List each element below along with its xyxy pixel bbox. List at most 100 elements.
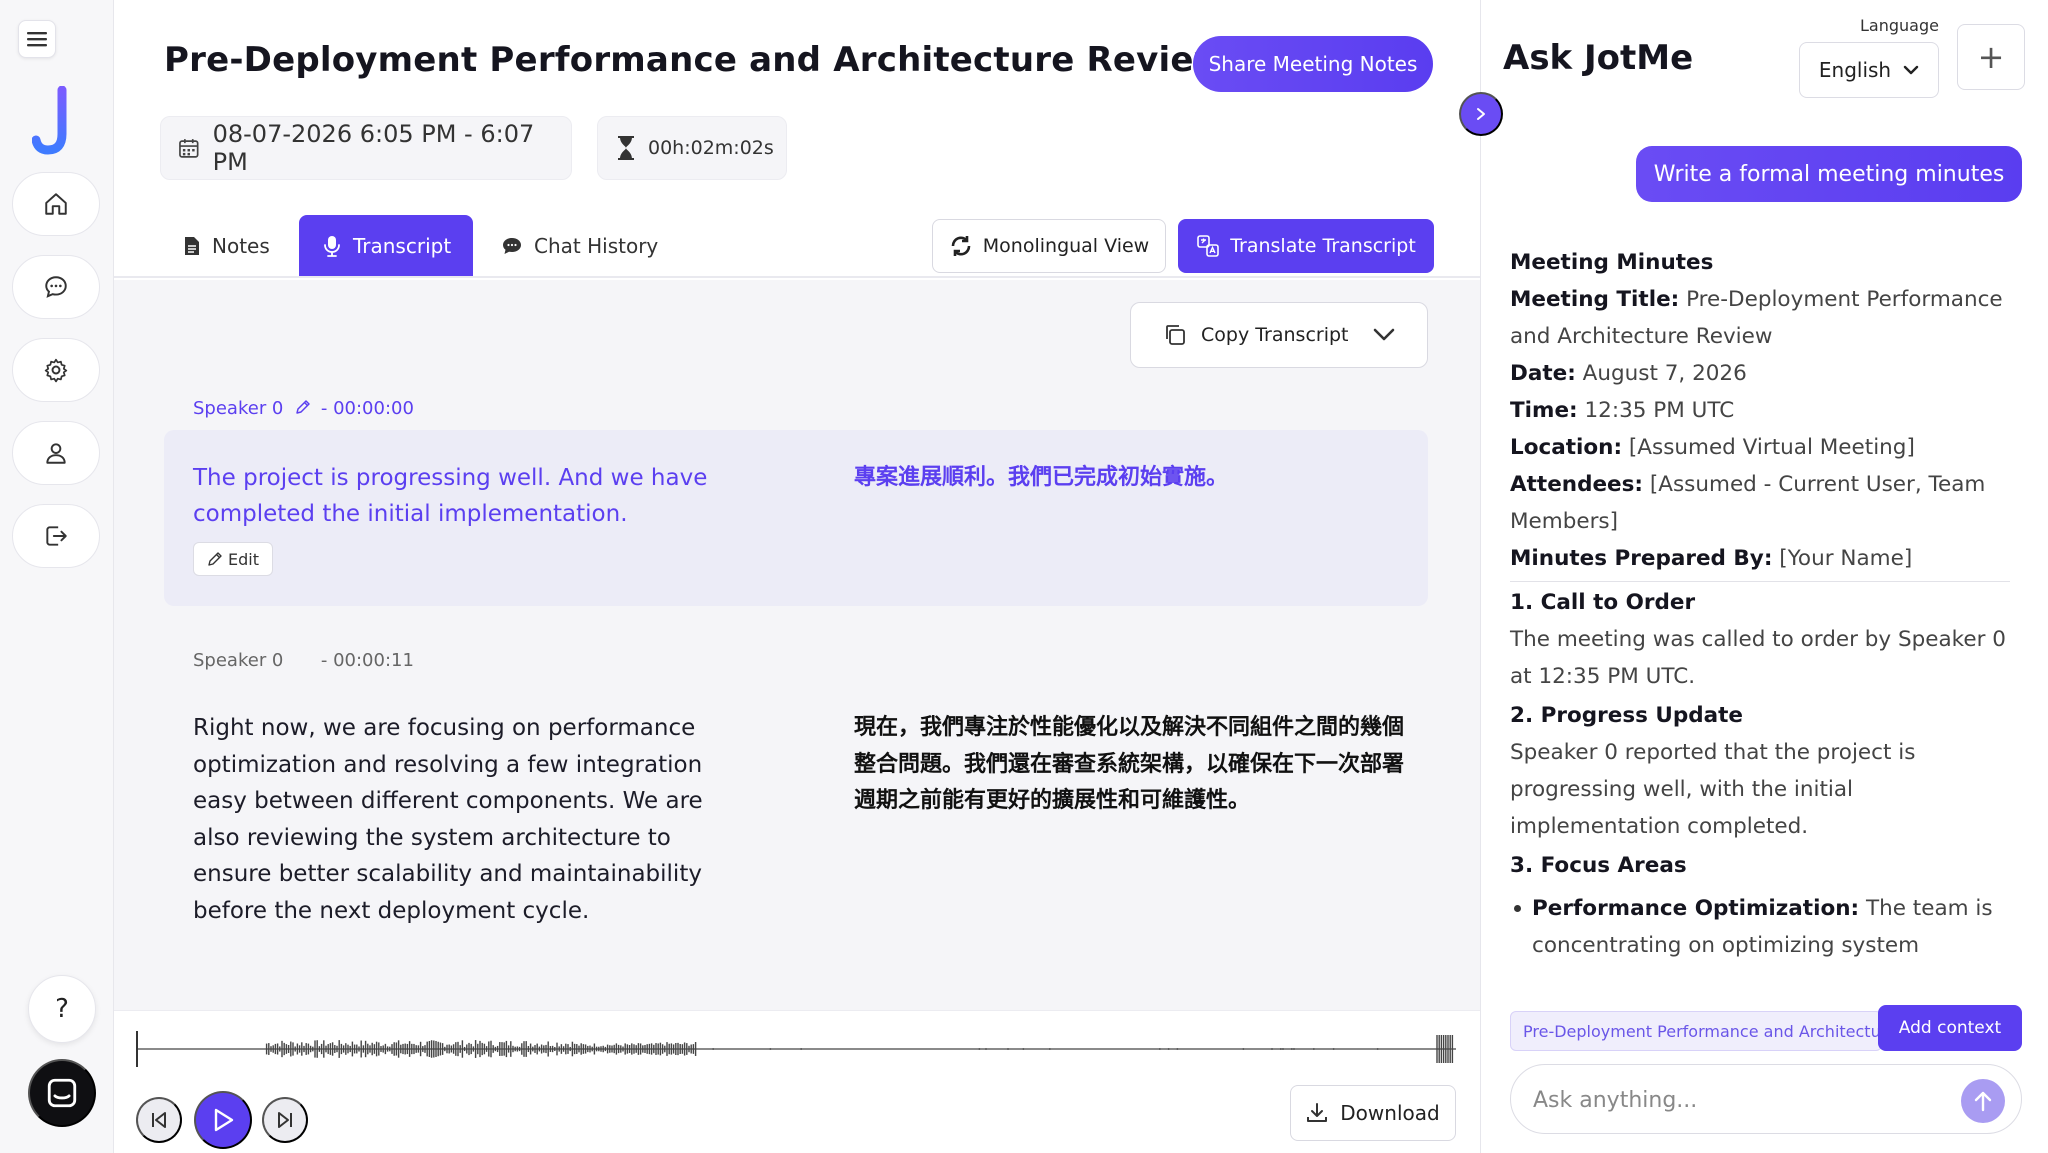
collapse-panel-button[interactable] bbox=[1459, 92, 1503, 136]
support-chat-button[interactable] bbox=[28, 1059, 96, 1127]
divider bbox=[1510, 581, 2010, 582]
logout-icon bbox=[46, 526, 67, 546]
document-icon bbox=[185, 236, 199, 255]
context-chip[interactable]: Pre-Deployment Performance and Architect… bbox=[1510, 1011, 1882, 1051]
minutes-field: Minutes Prepared By: [Your Name] bbox=[1510, 546, 1913, 571]
minutes-field: Meeting Title: Pre-Deployment Performanc… bbox=[1510, 287, 2003, 349]
tab-notes[interactable]: Notes bbox=[184, 215, 270, 276]
copy-transcript-label: Copy Transcript bbox=[1201, 324, 1349, 346]
section-body: The meeting was called to order by Speak… bbox=[1510, 627, 2006, 689]
date-range-text: 08-07-2026 6:05 PM - 6:07 PM bbox=[212, 120, 535, 176]
tab-label: Notes bbox=[212, 233, 270, 258]
play-icon bbox=[214, 1108, 234, 1132]
support-chat-icon bbox=[47, 1078, 77, 1108]
meeting-title: Pre-Deployment Performance and Architect… bbox=[164, 40, 1226, 80]
audio-waveform[interactable] bbox=[136, 1025, 1456, 1073]
minutes-field: Attendees: [Assumed - Current User, Team… bbox=[1510, 472, 1986, 534]
translate-transcript-label: Translate Transcript bbox=[1230, 235, 1416, 257]
ask-panel-title: Ask JotMe bbox=[1503, 38, 1694, 78]
chevron-down-icon bbox=[1903, 65, 1919, 75]
speaker-name[interactable]: Speaker 0 bbox=[193, 398, 283, 419]
play-button[interactable] bbox=[194, 1091, 252, 1149]
segment-text: The project is progressing well. And we … bbox=[193, 465, 708, 527]
chevron-down-icon bbox=[1373, 328, 1394, 341]
segment-header: Speaker 0 - 00:00:00 bbox=[193, 398, 414, 419]
hamburger-icon bbox=[27, 32, 47, 47]
skip-forward-button[interactable] bbox=[262, 1097, 308, 1143]
meeting-date-range: 08-07-2026 6:05 PM - 6:07 PM bbox=[160, 116, 572, 180]
edit-label: Edit bbox=[228, 549, 259, 569]
tab-transcript[interactable]: Transcript bbox=[299, 215, 473, 276]
new-chat-button[interactable]: + bbox=[1957, 24, 2025, 90]
skip-back-button[interactable] bbox=[136, 1097, 182, 1143]
tab-label: Transcript bbox=[353, 233, 452, 258]
skip-back-icon bbox=[152, 1112, 166, 1128]
jotme-logo-icon bbox=[32, 86, 67, 155]
segment-translation: 專案進展順利。我們已完成初始實施。 bbox=[854, 465, 1229, 490]
minutes-field: Date: August 7, 2026 bbox=[1510, 361, 1747, 386]
duration-text: 00h:02m:02s bbox=[648, 137, 774, 159]
translate-icon bbox=[1197, 235, 1220, 257]
speaker-name[interactable]: Speaker 0 bbox=[193, 650, 283, 671]
chat-bubble-icon bbox=[45, 276, 67, 298]
transcript-area: Copy Transcript Speaker 0 - 00:00:00 The… bbox=[114, 280, 1480, 1010]
tab-label: Chat History bbox=[534, 233, 659, 258]
chevron-right-icon bbox=[1477, 108, 1485, 120]
user-message: Write a formal meeting minutes bbox=[1636, 146, 2022, 202]
help-button[interactable]: ? bbox=[28, 975, 96, 1043]
ask-input[interactable] bbox=[1533, 1083, 1933, 1117]
download-button[interactable]: Download bbox=[1290, 1085, 1456, 1141]
audio-player: Download bbox=[114, 1010, 1480, 1153]
language-select[interactable]: English bbox=[1799, 42, 1939, 98]
monolingual-view-label: Monolingual View bbox=[982, 235, 1150, 257]
copy-transcript-button[interactable]: Copy Transcript bbox=[1130, 302, 1428, 368]
segment-time: - 00:00:00 bbox=[320, 398, 414, 419]
left-rail: ? bbox=[0, 0, 114, 1153]
section-body: Speaker 0 reported that the project is p… bbox=[1510, 740, 1916, 839]
refresh-icon bbox=[951, 236, 971, 256]
segment-translation: 現在，我們專注於性能優化以及解決不同組件之間的幾個整合問題。我們還在審查系統架構… bbox=[854, 715, 1405, 813]
ask-panel: Ask JotMe Language English + Write a for… bbox=[1480, 0, 2048, 1153]
nav-profile-button[interactable] bbox=[12, 421, 100, 485]
assistant-response: Meeting Minutes Meeting Title: Pre-Deplo… bbox=[1510, 244, 2010, 964]
transcript-segment-active[interactable]: The project is progressing well. And we … bbox=[164, 430, 1428, 606]
arrow-up-icon bbox=[1974, 1091, 1992, 1112]
nav-logout-button[interactable] bbox=[12, 504, 100, 568]
copy-icon bbox=[1166, 325, 1185, 345]
segment-text: Right now, we are focusing on performanc… bbox=[193, 715, 703, 924]
translate-transcript-button[interactable]: Translate Transcript bbox=[1178, 219, 1434, 273]
download-icon bbox=[1307, 1103, 1328, 1122]
segment-time: - 00:00:11 bbox=[320, 650, 414, 671]
user-icon bbox=[46, 443, 66, 464]
nav-chat-button[interactable] bbox=[12, 255, 100, 319]
edit-segment-button[interactable]: Edit bbox=[193, 542, 273, 576]
skip-forward-icon bbox=[278, 1112, 292, 1128]
home-icon bbox=[45, 193, 67, 215]
add-context-button[interactable]: Add context bbox=[1878, 1005, 2022, 1051]
monolingual-view-button[interactable]: Monolingual View bbox=[932, 219, 1166, 273]
share-meeting-notes-button[interactable]: Share Meeting Notes bbox=[1193, 36, 1433, 92]
minutes-field: Location: [Assumed Virtual Meeting] bbox=[1510, 435, 1915, 460]
ask-input-box bbox=[1510, 1064, 2022, 1134]
language-label: Language bbox=[1860, 16, 1939, 35]
pencil-icon[interactable] bbox=[295, 399, 311, 415]
chat-icon bbox=[503, 237, 521, 254]
microphone-icon bbox=[324, 235, 340, 257]
pencil-icon bbox=[208, 552, 222, 566]
minutes-heading: Meeting Minutes bbox=[1510, 250, 1714, 275]
section-heading: 1. Call to Order bbox=[1510, 590, 1696, 615]
send-button[interactable] bbox=[1961, 1079, 2005, 1123]
section-heading: 2. Progress Update bbox=[1510, 703, 1744, 728]
meeting-duration: 00h:02m:02s bbox=[597, 116, 787, 180]
bullet-list: Performance Optimization: The team is co… bbox=[1510, 890, 2010, 964]
menu-button[interactable] bbox=[18, 20, 56, 58]
language-value: English bbox=[1818, 58, 1892, 82]
minutes-field: Time: 12:35 PM UTC bbox=[1510, 398, 1735, 423]
tab-bar: Notes Transcript Chat History Monolingua… bbox=[114, 215, 1480, 278]
calendar-icon bbox=[179, 139, 199, 158]
tab-chat-history[interactable]: Chat History bbox=[502, 215, 658, 276]
nav-home-button[interactable] bbox=[12, 172, 100, 236]
list-item: Performance Optimization: The team is co… bbox=[1510, 890, 2010, 964]
gear-icon bbox=[44, 358, 68, 383]
nav-settings-button[interactable] bbox=[12, 338, 100, 402]
